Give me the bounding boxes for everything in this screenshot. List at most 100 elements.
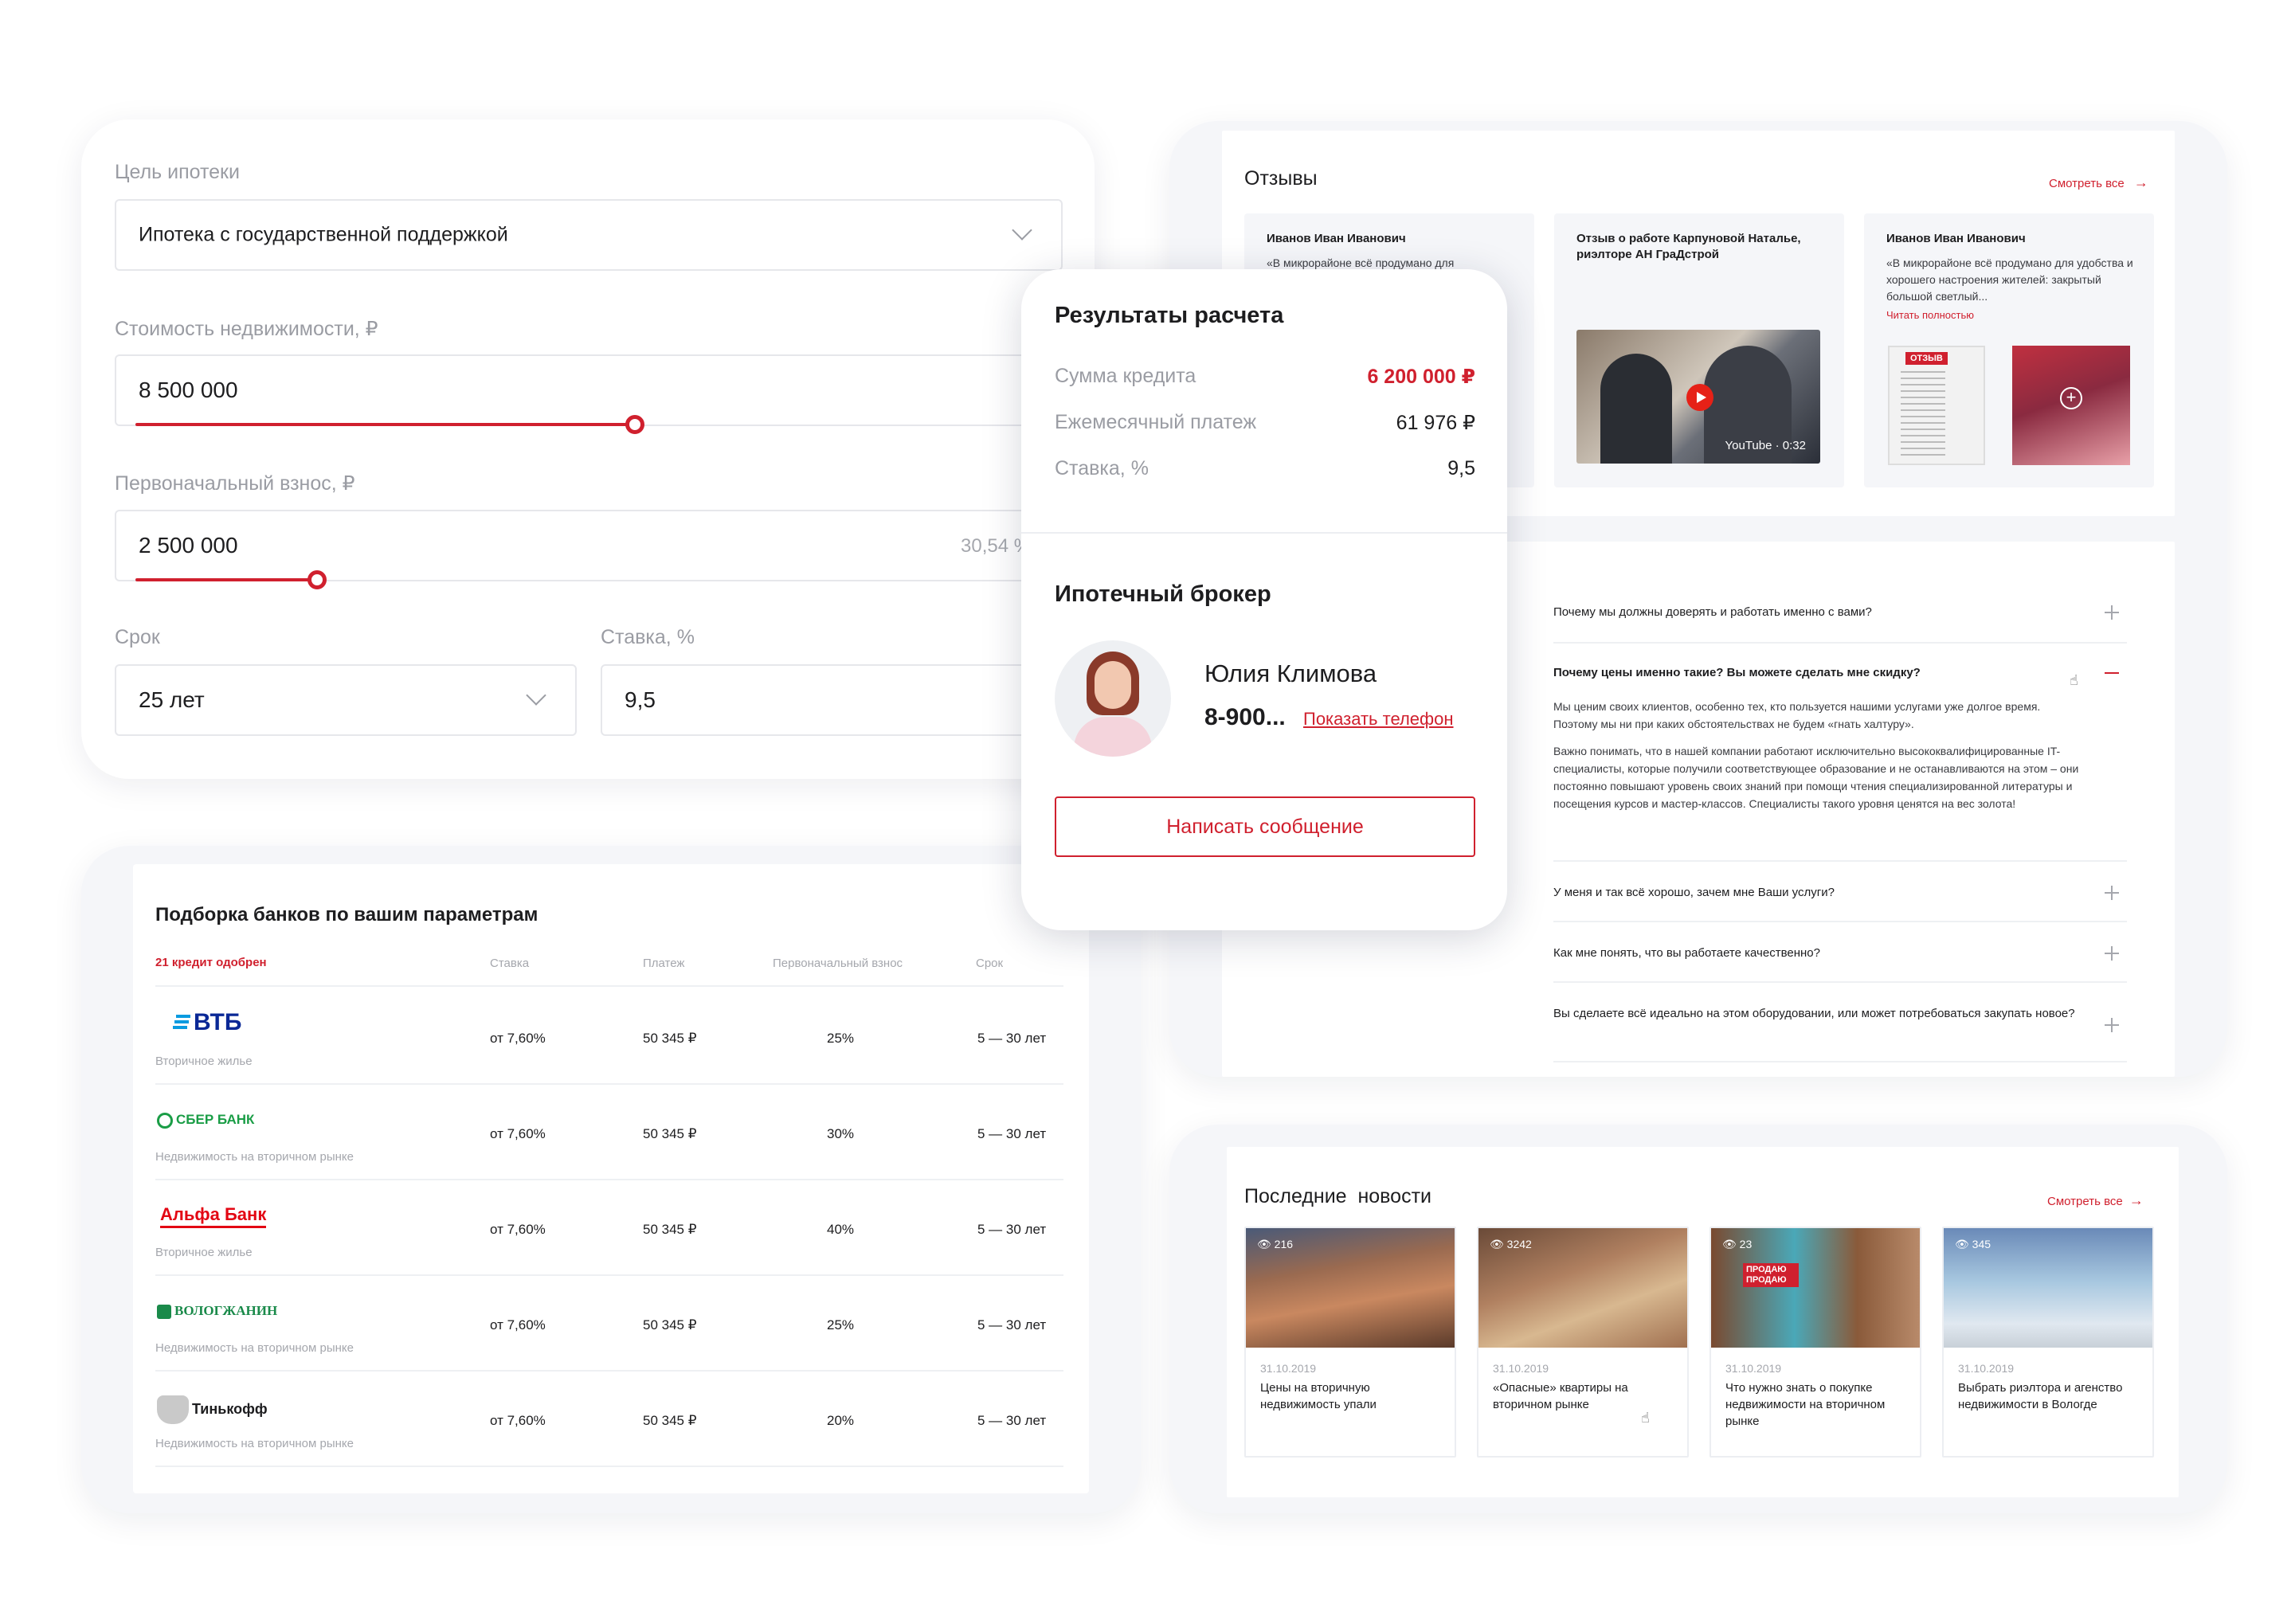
down-slider-track <box>135 578 317 581</box>
news-image: 👁 216 <box>1246 1228 1455 1348</box>
rate-value: 9,5 <box>1447 457 1475 479</box>
news-date: 31.10.2019 <box>1958 1362 2015 1375</box>
views-value: 345 <box>1972 1238 1991 1250</box>
bank-down: 30% <box>827 1126 855 1141</box>
person-silhouette <box>1600 354 1672 464</box>
bank-rate: от 7,60% <box>490 1031 546 1046</box>
table-row[interactable]: Тинькофф Недвижимость на вторичном рынке… <box>155 1372 1063 1467</box>
faq-item[interactable]: Как мне понять, что вы работаете качеств… <box>1553 922 2127 983</box>
bank-name: ВТБ <box>194 1009 242 1035</box>
chevron-down-icon <box>1012 220 1032 241</box>
news-item[interactable]: 👁 216 31.10.2019 Цены на вторичную недви… <box>1244 1227 1456 1458</box>
zoom-plus-icon[interactable]: + <box>2060 387 2082 409</box>
review-card[interactable]: Иванов Иван Иванович «В микрорайоне всё … <box>1864 213 2154 487</box>
loan-value: 6 200 000 ₽ <box>1367 366 1475 388</box>
price-label: Стоимость недвижимости, ₽ <box>115 318 378 340</box>
down-payment-value: 2 500 000 <box>139 533 238 558</box>
table-row[interactable]: ВТБ Вторичное жилье от 7,60% 50 345 ₽ 25… <box>155 989 1063 1085</box>
sber-check-icon <box>157 1112 173 1129</box>
table-row[interactable]: ВОЛОГЖАНИН Недвижимость на вторичном рын… <box>155 1276 1063 1372</box>
review-photo[interactable]: + <box>2012 346 2130 465</box>
bank-name: СБЕР БАНК <box>176 1112 255 1127</box>
video-label: YouTube · 0:32 <box>1725 439 1806 452</box>
minus-icon[interactable] <box>2105 672 2119 674</box>
eye-icon: 👁 <box>1490 1238 1507 1250</box>
news-item[interactable]: 👁 345 31.10.2019 Выбрать риэлтора и аген… <box>1942 1227 2154 1458</box>
news-item[interactable]: 👁 23 ПРОДАЮ ПРОДАЮ 31.10.2019 Что нужно … <box>1710 1227 1921 1458</box>
faq-item[interactable]: Почему мы должны доверять и работать име… <box>1553 589 2127 644</box>
faq-item-expanded[interactable]: Почему цены именно такие? Вы можете сдел… <box>1553 644 2127 862</box>
read-more-link[interactable]: Читать полностью <box>1886 309 1974 321</box>
monthly-row: Ежемесячный платеж 61 976 ₽ <box>1055 411 1475 434</box>
review-author: Отзыв о работе Карпуновой Наталье, риэлт… <box>1576 232 1801 261</box>
vtb-stripes-icon <box>173 1010 190 1037</box>
bank-term: 5 — 30 лет <box>977 1126 1047 1141</box>
bank-type: Недвижимость на вторичном рынке <box>155 1150 354 1164</box>
table-row[interactable]: СБЕР БАНК Недвижимость на вторичном рынк… <box>155 1085 1063 1180</box>
plus-icon[interactable] <box>2105 1018 2119 1032</box>
bank-down: 25% <box>827 1031 855 1046</box>
table-row[interactable]: Альфа Банк Вторичное жилье от 7,60% 50 3… <box>155 1180 1063 1276</box>
chevron-down-icon <box>526 685 546 706</box>
tinkoff-logo: Тинькофф <box>157 1395 268 1424</box>
avatar-body <box>1074 717 1152 757</box>
bank-down: 40% <box>827 1222 855 1237</box>
news-title-text: «Опасные» квартиры на вторичном рынке <box>1493 1381 1628 1411</box>
purpose-label: Цель ипотеки <box>115 161 240 183</box>
avatar <box>1055 640 1171 757</box>
news-image: 👁 3242 <box>1478 1228 1687 1348</box>
news-badge: ПРОДАЮ ПРОДАЮ <box>1743 1263 1799 1287</box>
mortgage-calculator: Цель ипотеки Ипотека с государственной п… <box>81 119 1095 779</box>
bank-type: Вторичное жилье <box>155 1055 253 1068</box>
sber-logo: СБЕР БАНК <box>157 1112 254 1129</box>
views-count: 👁 23 <box>1722 1238 1752 1251</box>
review-card-video[interactable]: Отзыв о работе Карпуновой Наталье, риэлт… <box>1554 213 1844 487</box>
news-item[interactable]: 👁 3242 31.10.2019 «Опасные» квартиры на … <box>1477 1227 1689 1458</box>
down-payment-input[interactable]: 2 500 000 30,54 % <box>115 510 1063 581</box>
faq-question: Как мне понять, что вы работаете качеств… <box>1553 946 1820 960</box>
review-author: Иванов Иван Иванович <box>1886 232 2026 245</box>
document-lines <box>1901 371 1945 459</box>
bank-rate: от 7,60% <box>490 1317 546 1332</box>
news-date: 31.10.2019 <box>1725 1362 1782 1375</box>
faq-question: У меня и так всё хорошо, зачем мне Ваши … <box>1553 886 1835 899</box>
avatar-face <box>1095 661 1131 709</box>
price-input[interactable]: 8 500 000 <box>115 354 1063 426</box>
eye-icon: 👁 <box>1955 1238 1972 1250</box>
review-author: Иванов Иван Иванович <box>1267 232 1406 245</box>
price-slider-handle[interactable] <box>625 415 644 434</box>
plus-icon[interactable] <box>2105 946 2119 961</box>
news-date: 31.10.2019 <box>1260 1362 1317 1375</box>
term-select[interactable]: 25 лет <box>115 664 577 736</box>
bank-name: ВОЛОГЖАНИН <box>174 1303 278 1318</box>
faq-item[interactable]: У меня и так всё хорошо, зачем мне Ваши … <box>1553 862 2127 922</box>
write-message-label: Написать сообщение <box>1166 816 1364 838</box>
faq-answer-1: Мы ценим своих клиентов, особенно тех, к… <box>1553 700 2041 730</box>
purpose-select[interactable]: Ипотека с государственной поддержкой <box>115 199 1063 271</box>
term-value: 25 лет <box>139 687 205 712</box>
bank-term: 5 — 30 лет <box>977 1317 1047 1332</box>
cursor-hand-icon: ☝ <box>2070 672 2078 688</box>
plus-icon[interactable] <box>2105 886 2119 900</box>
write-message-button[interactable]: Написать сообщение <box>1055 796 1475 857</box>
rate-input[interactable]: 9,5 <box>601 664 1063 736</box>
bank-type: Недвижимость на вторичном рынке <box>155 1437 354 1450</box>
bank-name: Тинькофф <box>192 1400 268 1417</box>
vtb-logo: ВТБ <box>173 1009 241 1037</box>
faq-item[interactable]: Вы сделаете всё идеально на этом оборудо… <box>1553 983 2127 1062</box>
views-count: 👁 3242 <box>1490 1238 1532 1251</box>
plus-icon[interactable] <box>2105 605 2119 620</box>
review-document-image[interactable]: ОТЗЫВ <box>1888 346 1985 465</box>
bank-term: 5 — 30 лет <box>977 1031 1047 1046</box>
broker-phone: 8-900... <box>1204 704 1286 730</box>
video-thumbnail[interactable]: YouTube · 0:32 <box>1576 330 1820 464</box>
loan-label: Сумма кредита <box>1055 365 1196 387</box>
reviews-see-all[interactable]: Смотреть все → <box>2049 174 2148 191</box>
eye-icon: 👁 <box>1257 1238 1275 1250</box>
arrow-right-icon: → <box>2133 174 2148 190</box>
play-icon[interactable] <box>1686 384 1713 411</box>
down-slider-handle[interactable] <box>307 570 327 589</box>
news-title-text: Цены на вторичную недвижимость упали <box>1260 1381 1377 1411</box>
news-see-all[interactable]: Смотреть все → <box>2047 1192 2144 1209</box>
show-phone-link[interactable]: Показать телефон <box>1303 709 1454 730</box>
